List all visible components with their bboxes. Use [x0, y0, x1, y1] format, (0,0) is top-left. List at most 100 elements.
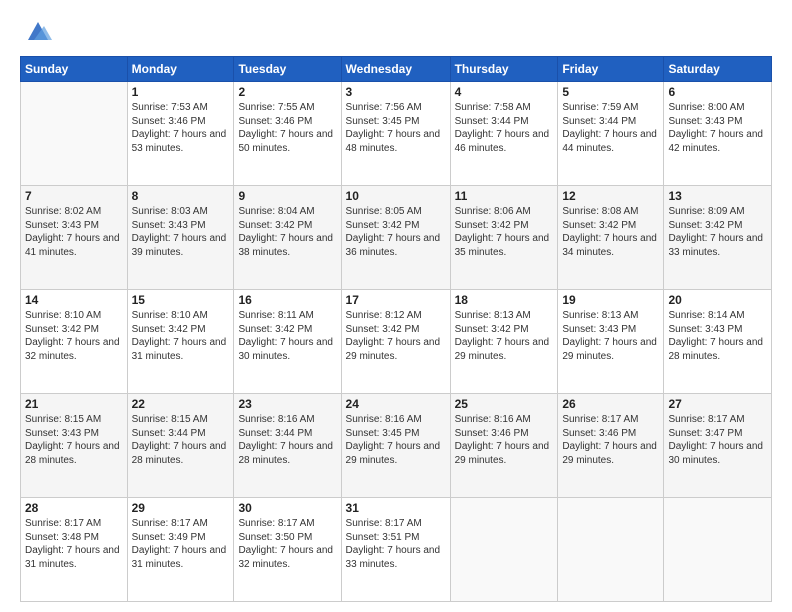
day-number: 25	[455, 397, 554, 411]
day-info: Sunrise: 8:06 AMSunset: 3:42 PMDaylight:…	[455, 205, 554, 259]
calendar-cell: 18 Sunrise: 8:13 AMSunset: 3:42 PMDayligh…	[450, 290, 558, 394]
day-number: 8	[132, 189, 230, 203]
calendar-cell: 16 Sunrise: 8:11 AMSunset: 3:42 PMDayligh…	[234, 290, 341, 394]
calendar-cell	[664, 498, 772, 602]
calendar-cell: 31Sunrise: 8:17 AMSunset: 3:51 PMDayligh…	[341, 498, 450, 602]
header	[20, 18, 772, 46]
day-info: Sunrise: 8:05 AMSunset: 3:42 PMDaylight:…	[346, 205, 446, 259]
day-info: Sunrise: 8:10 AMSunset: 3:42 PMDaylight:…	[132, 309, 230, 363]
calendar-cell: 13 Sunrise: 8:09 AMSunset: 3:42 PMDayligh…	[664, 186, 772, 290]
calendar-cell: 23 Sunrise: 8:16 AMSunset: 3:44 PMDayligh…	[234, 394, 341, 498]
day-number: 15	[132, 293, 230, 307]
weekday-header-friday: Friday	[558, 57, 664, 82]
calendar-cell: 26 Sunrise: 8:17 AMSunset: 3:46 PMDayligh…	[558, 394, 664, 498]
day-number: 29	[132, 501, 230, 515]
day-info: Sunrise: 8:16 AMSunset: 3:45 PMDaylight:…	[346, 413, 446, 467]
calendar-cell	[21, 82, 128, 186]
day-number: 18	[455, 293, 554, 307]
day-number: 30	[238, 501, 336, 515]
calendar-cell: 29 Sunrise: 8:17 AMSunset: 3:49 PMDayligh…	[127, 498, 234, 602]
calendar-cell: 6 Sunrise: 8:00 AMSunset: 3:43 PMDaylight…	[664, 82, 772, 186]
day-info: Sunrise: 7:58 AMSunset: 3:44 PMDaylight:…	[455, 101, 554, 155]
calendar-cell: 3 Sunrise: 7:56 AMSunset: 3:45 PMDaylight…	[341, 82, 450, 186]
day-info: Sunrise: 8:09 AMSunset: 3:42 PMDaylight:…	[668, 205, 767, 259]
day-info: Sunrise: 8:16 AMSunset: 3:46 PMDaylight:…	[455, 413, 554, 467]
week-row-2: 7 Sunrise: 8:02 AMSunset: 3:43 PMDaylight…	[21, 186, 772, 290]
calendar-cell: 15 Sunrise: 8:10 AMSunset: 3:42 PMDayligh…	[127, 290, 234, 394]
page: SundayMondayTuesdayWednesdayThursdayFrid…	[0, 0, 792, 612]
calendar-cell: 24 Sunrise: 8:16 AMSunset: 3:45 PMDayligh…	[341, 394, 450, 498]
calendar-cell: 30 Sunrise: 8:17 AMSunset: 3:50 PMDayligh…	[234, 498, 341, 602]
day-number: 3	[346, 85, 446, 99]
calendar-cell: 27Sunrise: 8:17 AMSunset: 3:47 PMDayligh…	[664, 394, 772, 498]
calendar-cell: 2 Sunrise: 7:55 AMSunset: 3:46 PMDaylight…	[234, 82, 341, 186]
calendar-cell: 20Sunrise: 8:14 AMSunset: 3:43 PMDayligh…	[664, 290, 772, 394]
day-number: 6	[668, 85, 767, 99]
day-number: 1	[132, 85, 230, 99]
day-number: 10	[346, 189, 446, 203]
calendar-cell: 22Sunrise: 8:15 AMSunset: 3:44 PMDayligh…	[127, 394, 234, 498]
calendar-cell: 8Sunrise: 8:03 AMSunset: 3:43 PMDaylight…	[127, 186, 234, 290]
day-info: Sunrise: 8:12 AMSunset: 3:42 PMDaylight:…	[346, 309, 446, 363]
calendar-cell: 12Sunrise: 8:08 AMSunset: 3:42 PMDayligh…	[558, 186, 664, 290]
logo-icon	[24, 18, 52, 46]
day-info: Sunrise: 8:17 AMSunset: 3:49 PMDaylight:…	[132, 517, 230, 571]
calendar-cell: 4 Sunrise: 7:58 AMSunset: 3:44 PMDaylight…	[450, 82, 558, 186]
calendar-cell: 25 Sunrise: 8:16 AMSunset: 3:46 PMDayligh…	[450, 394, 558, 498]
weekday-header-row: SundayMondayTuesdayWednesdayThursdayFrid…	[21, 57, 772, 82]
day-number: 23	[238, 397, 336, 411]
calendar-cell: 11 Sunrise: 8:06 AMSunset: 3:42 PMDayligh…	[450, 186, 558, 290]
day-number: 27	[668, 397, 767, 411]
day-number: 7	[25, 189, 123, 203]
day-number: 12	[562, 189, 659, 203]
calendar: SundayMondayTuesdayWednesdayThursdayFrid…	[20, 56, 772, 602]
weekday-header-thursday: Thursday	[450, 57, 558, 82]
week-row-3: 14Sunrise: 8:10 AMSunset: 3:42 PMDayligh…	[21, 290, 772, 394]
calendar-cell	[558, 498, 664, 602]
logo	[20, 18, 52, 46]
day-number: 17	[346, 293, 446, 307]
day-number: 24	[346, 397, 446, 411]
calendar-cell: 5 Sunrise: 7:59 AMSunset: 3:44 PMDaylight…	[558, 82, 664, 186]
day-number: 28	[25, 501, 123, 515]
day-info: Sunrise: 8:14 AMSunset: 3:43 PMDaylight:…	[668, 309, 767, 363]
day-info: Sunrise: 8:17 AMSunset: 3:50 PMDaylight:…	[238, 517, 336, 571]
day-info: Sunrise: 8:16 AMSunset: 3:44 PMDaylight:…	[238, 413, 336, 467]
day-number: 13	[668, 189, 767, 203]
day-number: 11	[455, 189, 554, 203]
day-info: Sunrise: 8:13 AMSunset: 3:43 PMDaylight:…	[562, 309, 659, 363]
week-row-4: 21Sunrise: 8:15 AMSunset: 3:43 PMDayligh…	[21, 394, 772, 498]
calendar-cell: 10 Sunrise: 8:05 AMSunset: 3:42 PMDayligh…	[341, 186, 450, 290]
calendar-cell: 28 Sunrise: 8:17 AMSunset: 3:48 PMDayligh…	[21, 498, 128, 602]
day-info: Sunrise: 8:04 AMSunset: 3:42 PMDaylight:…	[238, 205, 336, 259]
day-info: Sunrise: 8:00 AMSunset: 3:43 PMDaylight:…	[668, 101, 767, 155]
day-number: 26	[562, 397, 659, 411]
calendar-cell	[450, 498, 558, 602]
day-number: 2	[238, 85, 336, 99]
day-info: Sunrise: 7:56 AMSunset: 3:45 PMDaylight:…	[346, 101, 446, 155]
calendar-cell: 9 Sunrise: 8:04 AMSunset: 3:42 PMDaylight…	[234, 186, 341, 290]
week-row-5: 28 Sunrise: 8:17 AMSunset: 3:48 PMDayligh…	[21, 498, 772, 602]
day-number: 21	[25, 397, 123, 411]
calendar-cell: 14Sunrise: 8:10 AMSunset: 3:42 PMDayligh…	[21, 290, 128, 394]
weekday-header-saturday: Saturday	[664, 57, 772, 82]
calendar-cell: 19Sunrise: 8:13 AMSunset: 3:43 PMDayligh…	[558, 290, 664, 394]
day-info: Sunrise: 8:02 AMSunset: 3:43 PMDaylight:…	[25, 205, 123, 259]
day-info: Sunrise: 7:53 AMSunset: 3:46 PMDaylight:…	[132, 101, 230, 155]
day-info: Sunrise: 7:55 AMSunset: 3:46 PMDaylight:…	[238, 101, 336, 155]
day-info: Sunrise: 7:59 AMSunset: 3:44 PMDaylight:…	[562, 101, 659, 155]
day-number: 5	[562, 85, 659, 99]
calendar-cell: 1 Sunrise: 7:53 AMSunset: 3:46 PMDaylight…	[127, 82, 234, 186]
day-info: Sunrise: 8:10 AMSunset: 3:42 PMDaylight:…	[25, 309, 123, 363]
calendar-cell: 21Sunrise: 8:15 AMSunset: 3:43 PMDayligh…	[21, 394, 128, 498]
day-info: Sunrise: 8:15 AMSunset: 3:44 PMDaylight:…	[132, 413, 230, 467]
day-number: 16	[238, 293, 336, 307]
day-number: 9	[238, 189, 336, 203]
calendar-cell: 17 Sunrise: 8:12 AMSunset: 3:42 PMDayligh…	[341, 290, 450, 394]
weekday-header-tuesday: Tuesday	[234, 57, 341, 82]
day-info: Sunrise: 8:17 AMSunset: 3:48 PMDaylight:…	[25, 517, 123, 571]
day-info: Sunrise: 8:11 AMSunset: 3:42 PMDaylight:…	[238, 309, 336, 363]
day-info: Sunrise: 8:13 AMSunset: 3:42 PMDaylight:…	[455, 309, 554, 363]
day-number: 4	[455, 85, 554, 99]
day-info: Sunrise: 8:17 AMSunset: 3:46 PMDaylight:…	[562, 413, 659, 467]
